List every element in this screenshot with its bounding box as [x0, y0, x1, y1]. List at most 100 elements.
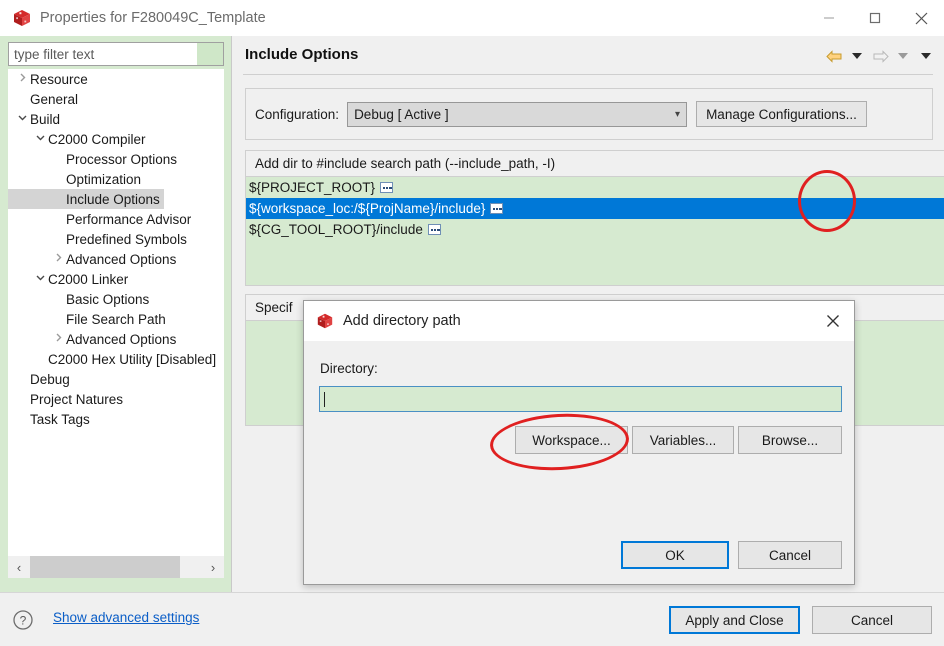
- include-path-text: ${workspace_loc:/${ProjName}/include}: [249, 201, 486, 216]
- settings-tree[interactable]: Resource General Build C2000 Compiler Proces…: [8, 69, 224, 556]
- properties-dialog-window: Properties for F280049C_Template Resourc…: [0, 0, 944, 646]
- tree-item-label: Predefined Symbols: [66, 231, 187, 247]
- include-path-row[interactable]: ${CG_TOOL_ROOT}/include: [246, 219, 944, 240]
- tree-item-label: C2000 Hex Utility [Disabled]: [48, 351, 217, 367]
- include-path-row[interactable]: ${PROJECT_ROOT}: [246, 177, 944, 198]
- manage-configurations-button[interactable]: Manage Configurations...: [696, 101, 867, 127]
- tree-item-label: Resource: [30, 71, 88, 87]
- cancel-button-footer[interactable]: Cancel: [812, 606, 932, 634]
- tree-item-processor-options[interactable]: Processor Options: [8, 149, 224, 169]
- include-path-text: ${CG_TOOL_ROOT}/include: [249, 222, 423, 237]
- chevron-down-icon[interactable]: [32, 272, 48, 286]
- tree-horizontal-scrollbar[interactable]: ‹ ›: [8, 556, 224, 578]
- tree-item-label: Optimization: [66, 171, 142, 187]
- directory-label: Directory:: [320, 361, 378, 376]
- tree-item-c2000-linker[interactable]: C2000 Linker: [8, 269, 224, 289]
- configuration-select[interactable]: Debug [ Active ] ▾: [347, 101, 688, 127]
- include-path-text: ${PROJECT_ROOT}: [249, 180, 376, 195]
- tree-item-performance-advisor[interactable]: Performance Advisor: [8, 209, 224, 229]
- caret-down-icon-menu[interactable]: [916, 46, 936, 66]
- cube-icon: [12, 8, 32, 28]
- include-paths-list[interactable]: ${PROJECT_ROOT} ${workspace_loc:/${ProjNa…: [246, 177, 944, 240]
- svg-text:?: ?: [20, 614, 27, 628]
- settings-tree-panel: Resource General Build C2000 Compiler Proces…: [0, 36, 232, 592]
- tree-item-optimization[interactable]: Optimization: [8, 169, 224, 189]
- tree-item-label: Include Options: [66, 191, 160, 207]
- maximize-button[interactable]: [852, 0, 898, 36]
- show-advanced-settings-link[interactable]: Show advanced settings: [53, 610, 199, 625]
- tree-item-label: Debug: [30, 371, 70, 387]
- configuration-group: Configuration: Debug [ Active ] ▾ Manage…: [245, 88, 933, 140]
- caret-down-icon[interactable]: [847, 46, 867, 66]
- browse-button[interactable]: Browse...: [738, 426, 842, 454]
- scrollbar-track[interactable]: [180, 556, 202, 578]
- tree-item-label: C2000 Compiler: [48, 131, 146, 147]
- arrow-right-icon[interactable]: [870, 46, 890, 66]
- page-title: Include Options: [245, 46, 359, 63]
- include-paths-header-label: Add dir to #include search path (--inclu…: [255, 156, 556, 171]
- dialog-titlebar: Add directory path: [304, 301, 854, 341]
- tree-item-label: Performance Advisor: [66, 211, 192, 227]
- tree-item-advanced-options[interactable]: Advanced Options: [8, 249, 224, 269]
- tree-item-label: Processor Options: [66, 151, 178, 167]
- filter-field-wrapper[interactable]: [8, 42, 224, 66]
- close-button[interactable]: [898, 0, 944, 36]
- tree-item-project-natures[interactable]: Project Natures: [8, 389, 224, 409]
- include-paths-header: Add dir to #include search path (--inclu…: [246, 151, 944, 177]
- scroll-right-icon[interactable]: ›: [202, 556, 224, 578]
- question-mark-icon[interactable]: ?: [12, 609, 34, 634]
- filter-input[interactable]: [9, 43, 197, 65]
- ok-button[interactable]: OK: [621, 541, 729, 569]
- window-title: Properties for F280049C_Template: [40, 10, 266, 26]
- scroll-left-icon[interactable]: ‹: [8, 556, 30, 578]
- tree-item-resource[interactable]: Resource: [8, 69, 224, 89]
- include-path-row[interactable]: ${workspace_loc:/${ProjName}/include}: [246, 198, 944, 219]
- chevron-down-icon: ▾: [675, 108, 681, 120]
- directory-input[interactable]: [319, 386, 842, 412]
- include-paths-group: Add dir to #include search path (--inclu…: [245, 150, 944, 286]
- tree-item-predefined-symbols[interactable]: Predefined Symbols: [8, 229, 224, 249]
- tree-item-include-options[interactable]: Include Options: [8, 189, 164, 209]
- tree-item-general[interactable]: General: [8, 89, 224, 109]
- filter-field-accent: [197, 43, 223, 65]
- apply-and-close-button[interactable]: Apply and Close: [669, 606, 800, 634]
- tree-item-build[interactable]: Build: [8, 109, 224, 129]
- workspace-button[interactable]: Workspace...: [515, 426, 628, 454]
- cube-icon-dialog: [316, 312, 334, 330]
- tree-item-c2000-hex-utility-disabled[interactable]: C2000 Hex Utility [Disabled]: [8, 349, 224, 369]
- tree-item-label: Advanced Options: [66, 331, 177, 347]
- chevron-down-icon[interactable]: [32, 132, 48, 146]
- text-caret: [324, 391, 325, 407]
- scrollbar-thumb[interactable]: [30, 556, 180, 578]
- chevron-right-icon[interactable]: [50, 252, 66, 266]
- tree-item-label: General: [30, 91, 79, 107]
- tree-item-label: File Search Path: [66, 311, 166, 327]
- close-icon[interactable]: [820, 309, 846, 333]
- arrow-left-icon[interactable]: [824, 46, 844, 66]
- tree-item-task-tags[interactable]: Task Tags: [8, 409, 224, 429]
- tree-item-label: Build: [30, 111, 61, 127]
- variables-button[interactable]: Variables...: [632, 426, 734, 454]
- chevron-right-icon[interactable]: [50, 332, 66, 346]
- add-directory-path-dialog: Add directory path Directory: Workspace.…: [303, 300, 855, 585]
- tree-item-file-search-path[interactable]: File Search Path: [8, 309, 224, 329]
- tree-item-c2000-compiler[interactable]: C2000 Compiler: [8, 129, 224, 149]
- tree-item-advanced-options[interactable]: Advanced Options: [8, 329, 224, 349]
- configuration-label: Configuration:: [255, 106, 340, 122]
- tree-item-basic-options[interactable]: Basic Options: [8, 289, 224, 309]
- variable-marker-icon: [380, 182, 394, 193]
- specify-header-label: Specif: [255, 300, 293, 315]
- tree-item-label: C2000 Linker: [48, 271, 129, 287]
- tree-item-label: Basic Options: [66, 291, 150, 307]
- tree-item-debug[interactable]: Debug: [8, 369, 224, 389]
- configuration-value: Debug [ Active ]: [354, 106, 449, 122]
- chevron-down-icon[interactable]: [14, 112, 30, 126]
- variable-marker-icon: [490, 203, 504, 214]
- window-titlebar: Properties for F280049C_Template: [0, 0, 944, 36]
- dialog-title: Add directory path: [343, 313, 461, 329]
- cancel-button-dialog[interactable]: Cancel: [738, 541, 842, 569]
- caret-down-icon-forward[interactable]: [893, 46, 913, 66]
- chevron-right-icon[interactable]: [14, 72, 30, 86]
- minimize-button[interactable]: [806, 0, 852, 36]
- title-divider: [243, 74, 933, 75]
